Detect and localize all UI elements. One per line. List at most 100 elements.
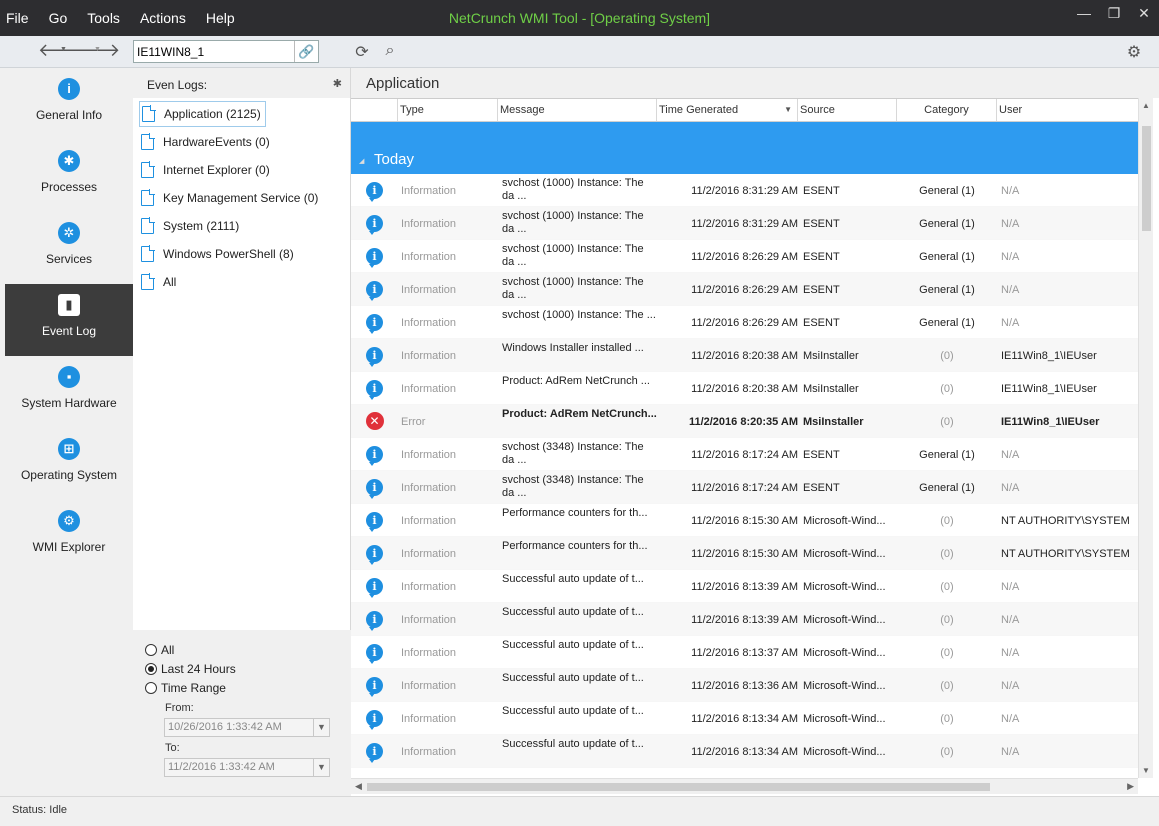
type-cell: Information	[401, 251, 457, 263]
table-row[interactable]: i Information Performance counters for th.…	[351, 537, 1138, 570]
table-row[interactable]: i Information svchost (1000) Instance: The…	[351, 306, 1138, 339]
information-icon: i	[366, 577, 383, 598]
nav-general-info[interactable]: i General Info	[5, 68, 133, 140]
category-cell: (0)	[940, 647, 954, 659]
table-row[interactable]: i Information Performance counters for th.…	[351, 504, 1138, 537]
table-row[interactable]: i Information svchost (1000) Instance: The…	[351, 174, 1138, 207]
host-input[interactable]	[134, 41, 294, 62]
menu-go[interactable]: Go	[49, 10, 68, 26]
range-option-time-range[interactable]: Time Range	[145, 678, 339, 697]
scroll-up-icon[interactable]: ▲	[1142, 101, 1150, 110]
forward-dropdown-icon[interactable]: ▼	[94, 46, 101, 53]
log-item-internet-explorer[interactable]: Internet Explorer (0)	[133, 156, 350, 184]
collapse-icon[interactable]: ◢	[359, 157, 364, 165]
close-button[interactable]: ✕	[1129, 0, 1159, 28]
log-label: HardwareEvents (0)	[163, 135, 270, 149]
minimize-button[interactable]: —	[1069, 0, 1099, 28]
nav-event-log[interactable]: ▮ Event Log	[5, 284, 133, 356]
table-row[interactable]: i Information svchost (1000) Instance: The…	[351, 207, 1138, 240]
radio-button[interactable]	[145, 681, 157, 694]
scroll-left-icon[interactable]: ◀	[355, 781, 362, 792]
column-header-message[interactable]: Message	[498, 99, 657, 121]
nav-system-hardware[interactable]: ▪ System Hardware	[5, 356, 133, 428]
log-item-system[interactable]: System (2111)	[133, 212, 350, 240]
table-row[interactable]: i Information Successful auto update of t.…	[351, 570, 1138, 603]
gear-icon[interactable]: ✱	[333, 77, 342, 90]
log-item-windows-powershell[interactable]: Windows PowerShell (8)	[133, 240, 350, 268]
menu-file[interactable]: File	[6, 10, 29, 26]
group-header-today[interactable]: ◢ Today	[351, 122, 1138, 174]
back-dropdown-icon[interactable]: ▼	[60, 46, 67, 53]
table-row[interactable]: i Information Successful auto update of t.…	[351, 603, 1138, 636]
search-document-icon[interactable]: ⌕	[380, 42, 400, 62]
to-date-value: 11/2/2016 1:33:42 AM	[168, 761, 275, 773]
chip-icon: ▪	[58, 366, 80, 388]
table-row[interactable]: i Information Successful auto update of t.…	[351, 702, 1138, 735]
time-cell: 11/2/2016 8:13:34 AM	[691, 746, 798, 758]
radio-label: All	[161, 642, 175, 657]
table-row[interactable]: i Information svchost (3348) Instance: The…	[351, 438, 1138, 471]
horizontal-scrollbar[interactable]: ◀ ▶	[351, 778, 1138, 794]
menu-actions[interactable]: Actions	[140, 10, 186, 26]
table-row[interactable]: i Information Successful auto update of t.…	[351, 735, 1138, 768]
menu-help[interactable]: Help	[206, 10, 235, 26]
link-icon[interactable]: 🔗	[294, 41, 318, 62]
log-item-key-management-service[interactable]: Key Management Service (0)	[133, 184, 350, 212]
error-icon: ✕	[365, 412, 384, 430]
category-cell: General (1)	[919, 284, 975, 296]
table-row[interactable]: ✕ Error Product: AdRem NetCrunch... 11/2/20…	[351, 405, 1138, 438]
nav-operating-system[interactable]: ⊞ Operating System	[5, 428, 133, 500]
menu-tools[interactable]: Tools	[87, 10, 120, 26]
vertical-scrollbar[interactable]: ▲ ▼	[1138, 98, 1153, 778]
restore-button[interactable]: ❐	[1099, 0, 1129, 28]
document-icon	[141, 161, 155, 178]
type-icon-cell: i	[351, 438, 398, 470]
chevron-down-icon[interactable]: ▼	[313, 759, 329, 776]
table-row[interactable]: i Information Successful auto update of t.…	[351, 636, 1138, 669]
user-cell: N/A	[1001, 713, 1020, 725]
log-item-all[interactable]: All	[133, 268, 350, 296]
column-header-time-generated[interactable]: Time Generated ▼	[657, 99, 798, 121]
sort-descending-icon: ▼	[784, 105, 792, 114]
nav-services[interactable]: ✲ Services	[5, 212, 133, 284]
time-cell: 11/2/2016 8:20:38 AM	[691, 383, 798, 395]
column-header-icon[interactable]	[351, 99, 398, 121]
log-label: Windows PowerShell (8)	[163, 247, 294, 261]
scroll-right-icon[interactable]: ▶	[1127, 781, 1134, 792]
log-item-hardwareevents[interactable]: HardwareEvents (0)	[133, 128, 350, 156]
scroll-thumb[interactable]	[1142, 126, 1151, 231]
category-cell: (0)	[940, 383, 954, 395]
from-label: From:	[165, 702, 194, 714]
scroll-down-icon[interactable]: ▼	[1142, 766, 1150, 775]
event-grid: Type Message Time Generated ▼ Source Cat…	[351, 98, 1138, 795]
column-header-source[interactable]: Source	[798, 99, 897, 121]
refresh-icon[interactable]: ⟳	[352, 42, 372, 62]
nav-wmi-explorer[interactable]: ⚙ WMI Explorer	[5, 500, 133, 572]
column-header-user[interactable]: User	[997, 99, 1138, 121]
log-item-application[interactable]: Application (2125)	[133, 100, 350, 128]
settings-icon[interactable]: ⚙	[1124, 42, 1144, 62]
source-cell: Microsoft-Wind...	[803, 515, 886, 527]
radio-button[interactable]	[145, 662, 157, 675]
to-label: To:	[165, 742, 180, 754]
from-date-picker[interactable]: 10/26/2016 1:33:42 AM ▼	[164, 718, 330, 737]
radio-label: Time Range	[161, 680, 226, 695]
table-row[interactable]: i Information Successful auto update of t.…	[351, 669, 1138, 702]
type-cell: Information	[401, 317, 457, 329]
range-option-all[interactable]: All	[145, 640, 339, 659]
scroll-thumb[interactable]	[367, 783, 990, 791]
table-row[interactable]: i Information svchost (1000) Instance: The…	[351, 240, 1138, 273]
source-cell: Microsoft-Wind...	[803, 746, 886, 758]
nav-processes[interactable]: ✱ Processes	[5, 140, 133, 212]
column-header-type[interactable]: Type	[398, 99, 498, 121]
chevron-down-icon[interactable]: ▼	[313, 719, 329, 736]
table-row[interactable]: i Information svchost (1000) Instance: The…	[351, 273, 1138, 306]
column-header-category[interactable]: Category	[897, 99, 997, 121]
radio-button[interactable]	[145, 643, 157, 656]
message-cell: Performance counters for th...	[502, 507, 648, 519]
to-date-picker[interactable]: 11/2/2016 1:33:42 AM ▼	[164, 758, 330, 777]
table-row[interactable]: i Information svchost (3348) Instance: The…	[351, 471, 1138, 504]
table-row[interactable]: i Information Product: AdRem NetCrunch ...…	[351, 372, 1138, 405]
table-row[interactable]: i Information Windows Installer installed …	[351, 339, 1138, 372]
range-option-last-24-hours[interactable]: Last 24 Hours	[145, 659, 339, 678]
